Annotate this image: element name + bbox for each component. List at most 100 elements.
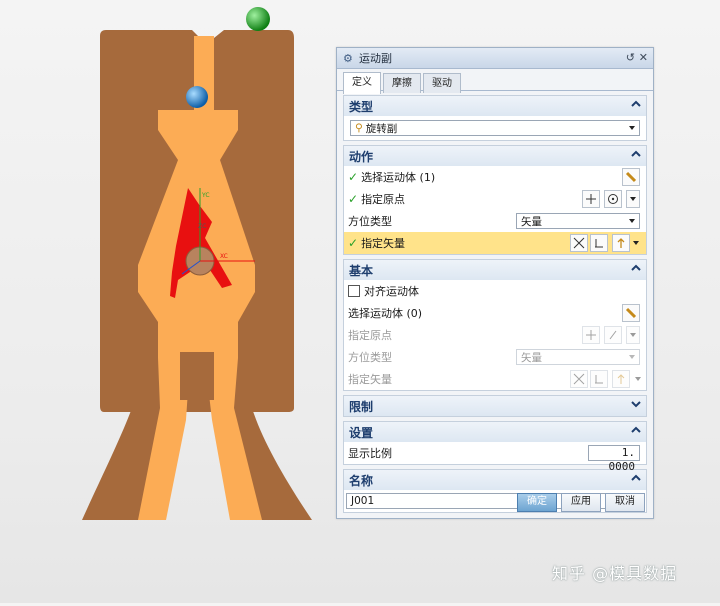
dialog-title: 运动副 <box>359 52 392 65</box>
z-axis-label: ZC <box>198 223 206 230</box>
base-orient-select: 矢量 <box>516 349 640 365</box>
close-icon[interactable]: ✕ <box>639 51 648 64</box>
chevron-down-icon <box>631 401 641 408</box>
check-icon: ✓ <box>348 170 359 184</box>
joint-type-value: 旋转副 <box>365 122 398 135</box>
tab-definition[interactable]: 定义 <box>343 72 381 94</box>
action-orient-label: 方位类型 <box>348 215 392 228</box>
base-vector-picker-button <box>612 370 630 388</box>
type-section: 类型 ⚲ 旋转副 <box>343 95 647 141</box>
circle-center-icon <box>608 194 618 204</box>
vector-picker-button[interactable] <box>612 234 630 252</box>
base-select-body-button[interactable] <box>622 304 640 322</box>
base-select-body-row[interactable]: 选择运动体 (0) <box>344 302 646 324</box>
type-section-title: 类型 <box>349 99 374 114</box>
select-body-button[interactable] <box>622 168 640 186</box>
link-body-icon <box>625 171 637 183</box>
name-section-title: 名称 <box>349 473 374 488</box>
point-icon <box>586 194 596 204</box>
chevron-down-icon <box>635 377 641 381</box>
base-origin-row: 指定原点 <box>344 324 646 346</box>
base-vector-dialog-button <box>590 370 608 388</box>
chevron-up-icon <box>631 150 641 157</box>
action-origin-row[interactable]: ✓ 指定原点 <box>344 188 646 210</box>
base-orient-label: 方位类型 <box>348 351 392 364</box>
base-align-label: 对齐运动体 <box>364 285 419 298</box>
action-vector-row[interactable]: ✓ 指定矢量 <box>344 232 646 254</box>
display-scale-label: 显示比例 <box>348 447 392 460</box>
base-reverse-direction-button <box>570 370 588 388</box>
action-orient-row: 方位类型 矢量 <box>344 210 646 232</box>
base-orient-value: 矢量 <box>521 351 542 364</box>
ok-button[interactable]: 确定 <box>517 493 557 512</box>
action-select-body-label: 选择运动体 (1) <box>361 171 436 184</box>
origin-picker-button[interactable] <box>604 190 622 208</box>
limits-section-title: 限制 <box>349 399 374 414</box>
reset-icon[interactable]: ↺ <box>626 51 635 64</box>
chevron-down-icon <box>629 355 635 359</box>
base-section: 基本 对齐运动体 选择运动体 (0) 指定原点 方位类型 矢量 指定矢量 <box>343 259 647 391</box>
base-select-body-label: 选择运动体 (0) <box>348 307 423 320</box>
tab-friction[interactable]: 摩擦 <box>383 73 421 93</box>
base-origin-dropdown <box>626 326 640 344</box>
action-orient-value: 矢量 <box>521 215 542 228</box>
display-scale-row: 显示比例 1. 0000 <box>344 442 646 473</box>
vector-dialog-button[interactable] <box>590 234 608 252</box>
origin-dropdown[interactable] <box>626 190 640 208</box>
base-vector-label: 指定矢量 <box>348 373 392 386</box>
joint-type-select[interactable]: ⚲ 旋转副 <box>350 120 640 136</box>
limits-section: 限制 <box>343 395 647 417</box>
tab-driver[interactable]: 驱动 <box>423 73 461 93</box>
chevron-down-icon <box>629 126 635 130</box>
reverse-direction-icon <box>573 237 585 249</box>
point-dialog-button[interactable] <box>582 190 600 208</box>
link-body-icon <box>625 307 637 319</box>
chevron-up-icon <box>631 264 641 271</box>
dialog-titlebar[interactable]: ⚙ 运动副 ↺ ✕ <box>337 48 653 69</box>
settings-section-title: 设置 <box>349 425 374 440</box>
name-section-header[interactable]: 名称 <box>344 470 646 490</box>
base-origin-picker-button <box>604 326 622 344</box>
check-icon: ✓ <box>348 236 359 250</box>
base-section-title: 基本 <box>349 263 374 278</box>
gear-icon: ⚙ <box>343 51 353 65</box>
base-origin-label: 指定原点 <box>348 329 392 342</box>
display-scale-input[interactable]: 1. 0000 <box>588 445 640 473</box>
base-section-header[interactable]: 基本 <box>344 260 646 280</box>
settings-section-header[interactable]: 设置 <box>344 422 646 442</box>
chevron-down-icon <box>630 197 636 201</box>
x-axis-label: XC <box>220 253 228 260</box>
action-origin-label: 指定原点 <box>361 193 406 206</box>
motion-joint-dialog[interactable]: ⚙ 运动副 ↺ ✕ 定义 摩擦 驱动 类型 ⚲ 旋转副 动作 ✓ 选择运动体 (… <box>336 47 654 519</box>
dialog-footer: 确定 应用 取消 <box>517 493 645 512</box>
limits-section-header[interactable]: 限制 <box>344 396 646 416</box>
align-body-checkbox[interactable] <box>348 285 360 297</box>
settings-section: 设置 显示比例 1. 0000 <box>343 421 647 473</box>
dialog-tabs: 定义 摩擦 驱动 <box>337 69 653 94</box>
type-section-header[interactable]: 类型 <box>344 96 646 116</box>
action-select-body-row[interactable]: ✓ 选择运动体 (1) <box>344 166 646 188</box>
apply-button[interactable]: 应用 <box>561 493 601 512</box>
chevron-up-icon <box>631 100 641 107</box>
reverse-direction-button[interactable] <box>570 234 588 252</box>
chevron-down-icon <box>630 333 636 337</box>
action-section-header[interactable]: 动作 <box>344 146 646 166</box>
vector-inference-icon <box>617 238 625 248</box>
reverse-direction-icon <box>573 373 585 385</box>
blue-ball <box>186 86 208 108</box>
action-orient-select[interactable]: 矢量 <box>516 213 640 229</box>
point-inference-icon <box>609 330 617 340</box>
action-section-title: 动作 <box>349 149 374 164</box>
green-ball <box>246 7 270 31</box>
revolute-joint-icon: ⚲ <box>355 122 363 134</box>
check-icon: ✓ <box>348 192 359 206</box>
action-vector-label: 指定矢量 <box>361 237 406 250</box>
point-icon <box>586 330 596 340</box>
base-point-dialog-button <box>582 326 600 344</box>
base-orient-row: 方位类型 矢量 <box>344 346 646 368</box>
cancel-button[interactable]: 取消 <box>605 493 645 512</box>
base-align-row[interactable]: 对齐运动体 <box>344 280 646 302</box>
base-vector-row: 指定矢量 <box>344 368 646 390</box>
vector-dropdown[interactable] <box>630 234 642 252</box>
inner-slot <box>180 352 214 400</box>
